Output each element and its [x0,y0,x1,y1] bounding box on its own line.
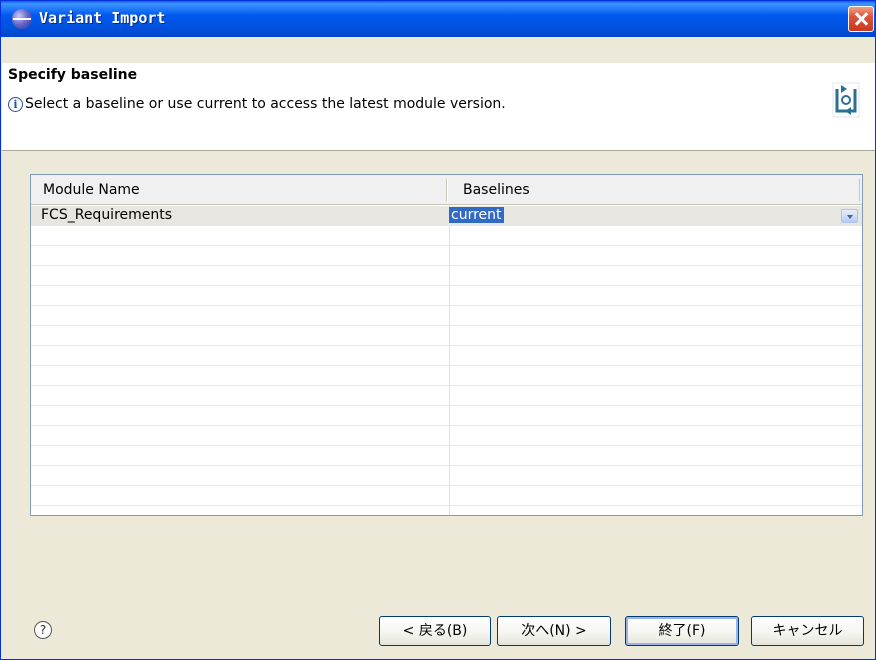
table-row-empty [31,446,862,466]
column-header-baselines[interactable]: Baselines [463,182,530,198]
next-button[interactable]: 次へ(N) > [497,616,611,646]
cancel-button[interactable]: キャンセル [751,616,864,646]
table-row-empty [31,386,862,406]
info-icon: i [8,96,23,112]
column-divider[interactable] [446,179,448,201]
table-row-empty [31,486,862,506]
page-message-text: Select a baseline or use current to acce… [25,96,506,112]
page-title: Specify baseline [8,67,138,83]
table-body: FCS_Requirements current [31,206,862,506]
window-title: Variant Import [39,9,166,27]
wizard-dialog: Variant Import Specify baseline i Select… [0,0,876,660]
finish-button[interactable]: 終了(F) [625,616,739,646]
page-message: i Select a baseline or use current to ac… [8,96,506,112]
chevron-down-icon[interactable] [841,209,858,223]
module-name-cell: FCS_Requirements [41,207,173,223]
back-button[interactable]: < 戻る(B) [379,616,491,646]
table-row-empty [31,406,862,426]
table-row-empty [31,266,862,286]
module-baseline-table[interactable]: Module Name Baselines FCS_Requirements c… [30,174,863,516]
table-row-empty [31,346,862,366]
table-row-empty [31,306,862,326]
table-row-empty [31,466,862,486]
column-divider-end[interactable] [859,179,861,201]
table-row[interactable]: FCS_Requirements current [31,206,862,226]
table-row-empty [31,366,862,386]
baseline-value: current [449,207,504,223]
eclipse-icon [12,9,32,29]
table-row-empty [31,246,862,266]
column-header-module[interactable]: Module Name [43,182,140,198]
close-button[interactable] [848,6,874,32]
baseline-cell[interactable]: current [449,207,504,225]
table-row-empty [31,226,862,246]
table-header: Module Name Baselines [31,175,862,205]
title-bar[interactable]: Variant Import [1,1,875,37]
table-row-empty [31,286,862,306]
table-row-empty [31,326,862,346]
wizard-header: Specify baseline i Select a baseline or … [2,63,875,151]
help-icon[interactable]: ? [34,621,52,639]
wizard-banner-icon [823,77,869,123]
table-row-empty [31,426,862,446]
